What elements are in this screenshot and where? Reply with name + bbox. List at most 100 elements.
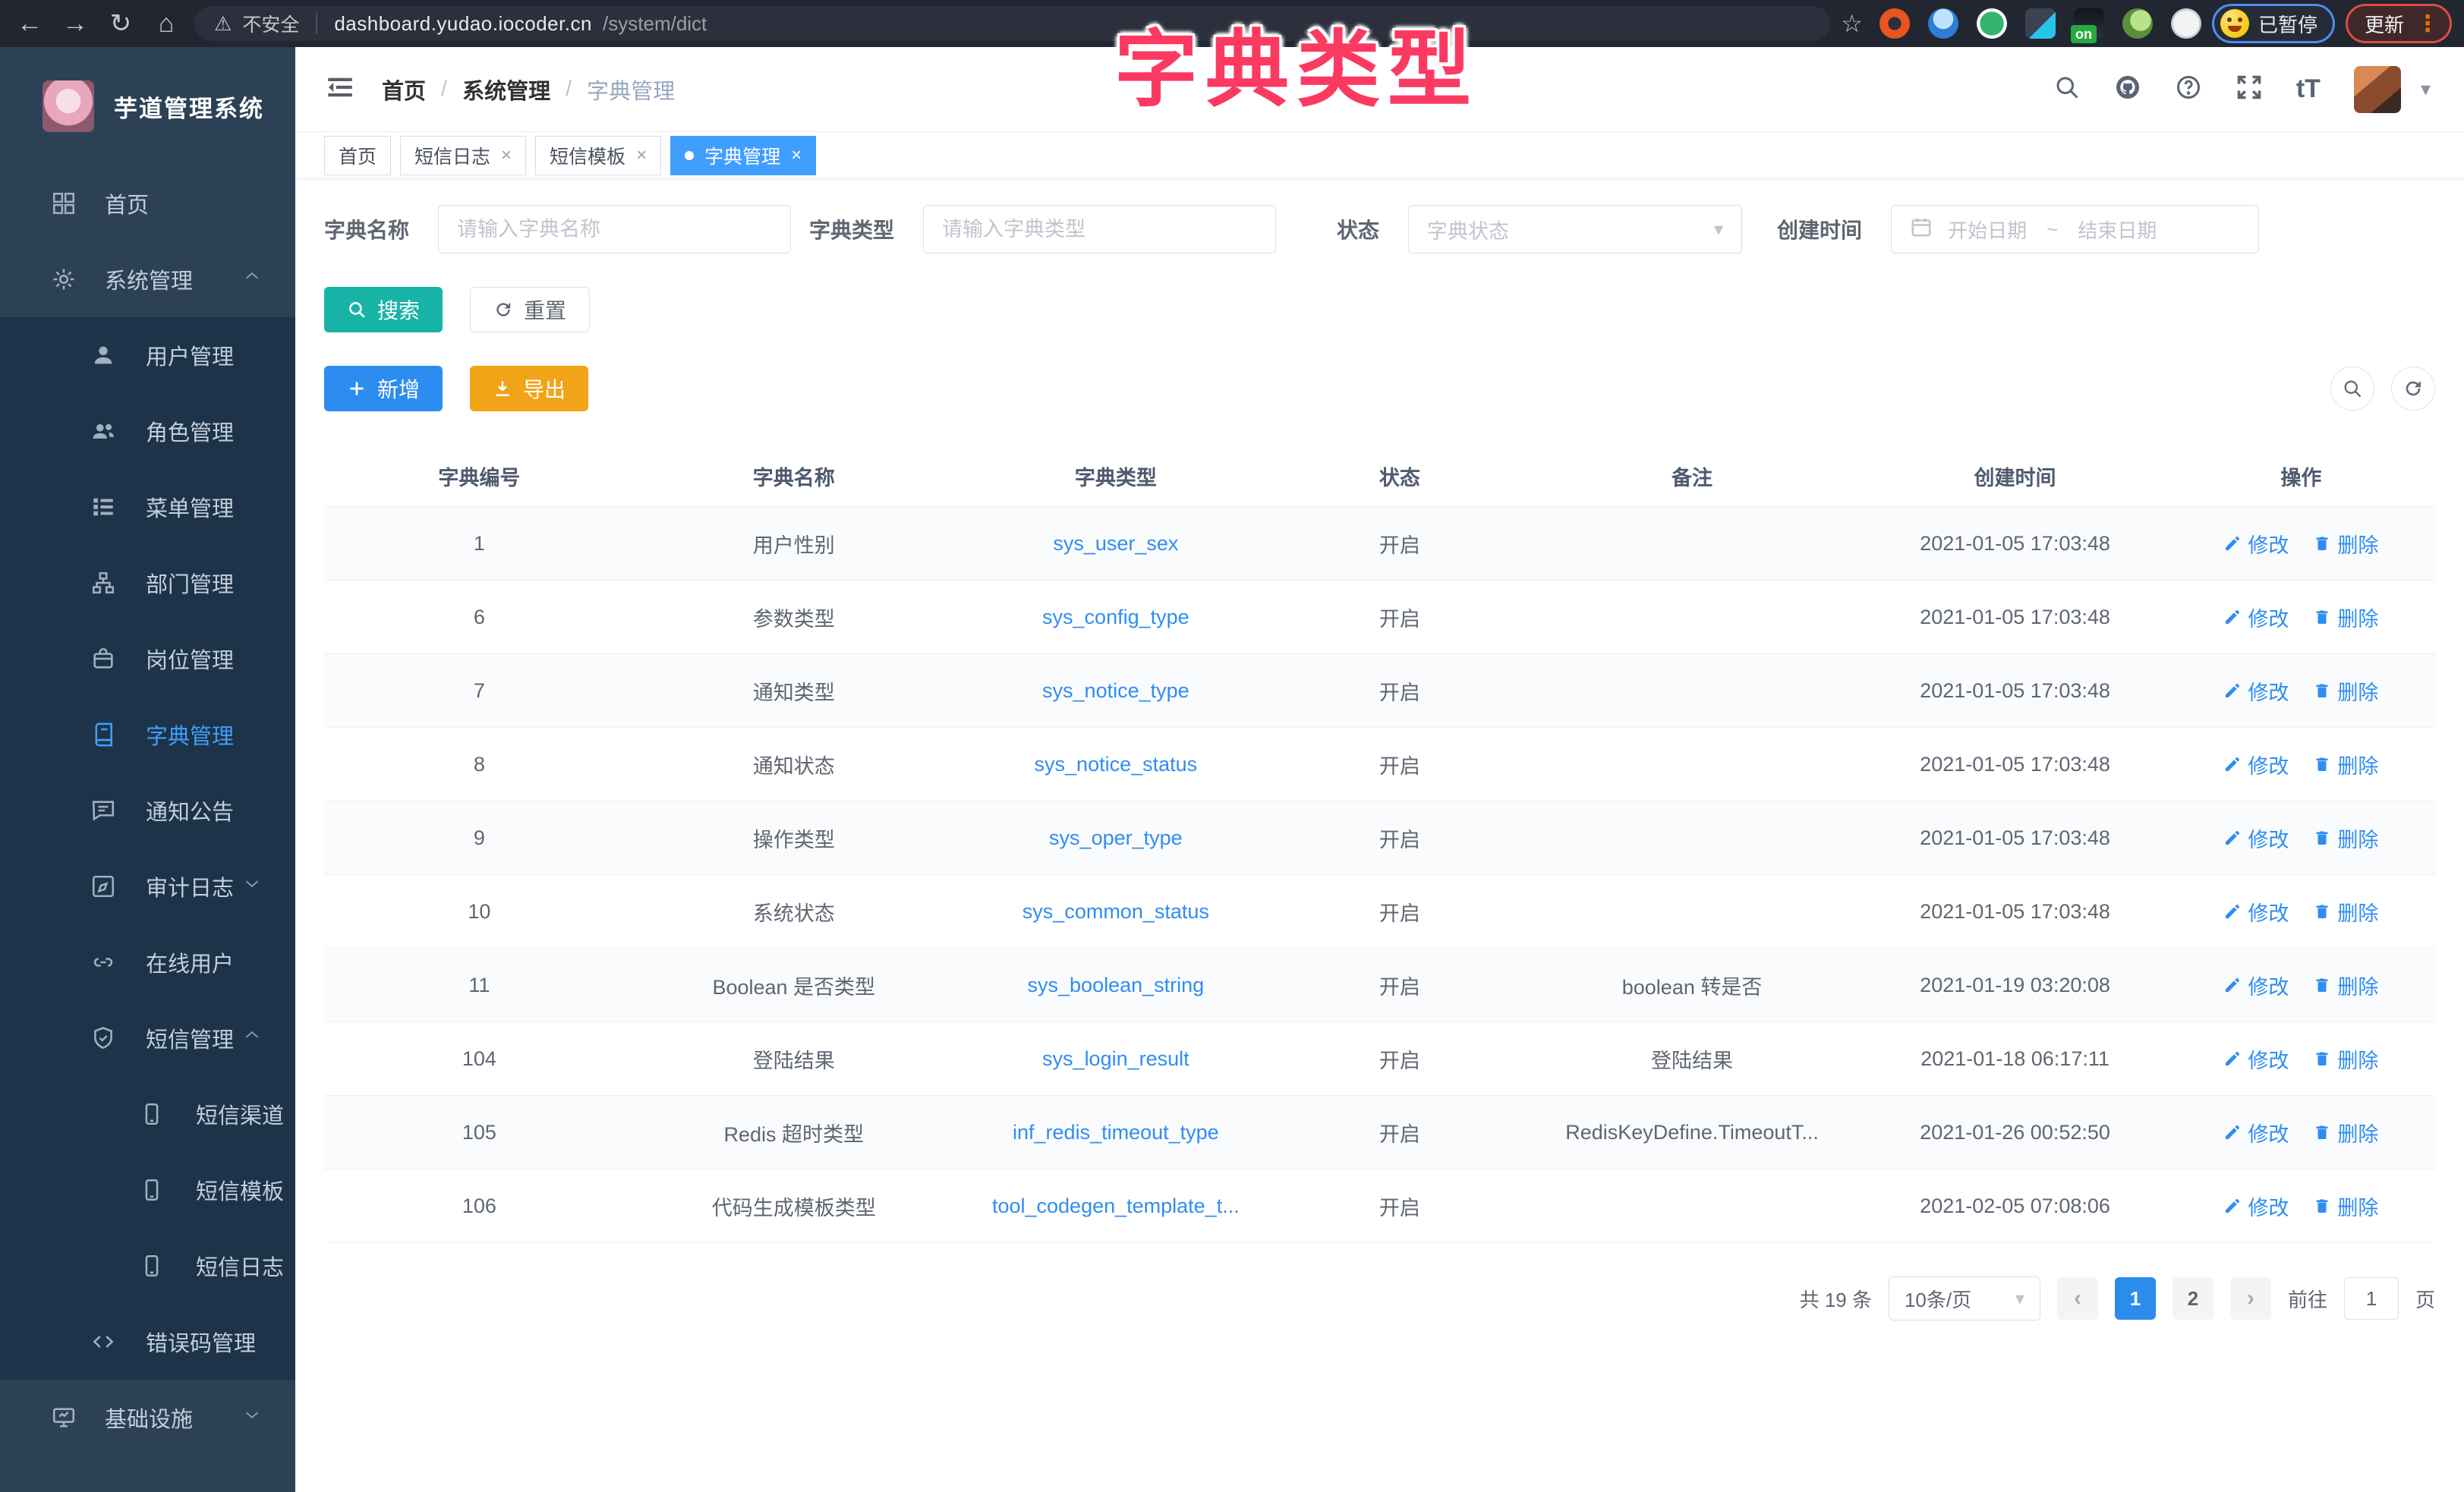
dict-type-link[interactable]: sys_login_result [1042,1047,1189,1070]
user-avatar[interactable] [2354,66,2401,113]
dict-type-link[interactable]: sys_config_type [1042,606,1189,628]
edit-button[interactable]: 修改 [2223,1118,2289,1147]
tab-0[interactable]: 首页 [324,136,391,175]
delete-button[interactable]: 删除 [2313,1118,2378,1147]
close-tab-icon[interactable]: × [501,145,512,166]
cyan-extension-icon[interactable] [2025,8,2056,39]
help-icon[interactable] [2175,74,2202,105]
font-size-icon[interactable]: tT [2296,74,2321,104]
avatar-caret-icon[interactable]: ▾ [2421,77,2431,101]
page-button-2[interactable]: 2 [2173,1277,2214,1320]
sidebar-item-3[interactable]: 角色管理 [0,393,295,469]
sidebar-item-11[interactable]: 短信管理 [0,1000,295,1076]
close-tab-icon[interactable]: × [636,145,647,166]
edit-button[interactable]: 修改 [2223,676,2289,706]
sidebar-item-0[interactable]: 首页 [0,165,295,241]
edit-button[interactable]: 修改 [2223,823,2289,853]
edit-button[interactable]: 修改 [2223,1191,2289,1221]
table-search-toggle-button[interactable] [2330,367,2374,411]
dict-name-input[interactable] [457,218,772,241]
puzzle-extension-icon[interactable] [2171,8,2201,39]
sidebar-item-16[interactable]: 基础设施 [0,1380,295,1456]
sidebar-item-label: 首页 [105,187,149,219]
infra-icon [51,1405,77,1431]
table-refresh-button[interactable] [2391,367,2435,411]
sidebar-item-14[interactable]: 短信日志 [0,1228,295,1304]
dict-type-link[interactable]: sys_boolean_string [1028,974,1205,996]
delete-button[interactable]: 删除 [2313,603,2378,632]
dark-extension-icon[interactable]: on [2074,8,2104,39]
date-range-picker[interactable]: 开始日期 ~ 结束日期 [1891,205,2259,253]
fullscreen-icon[interactable] [2236,74,2263,105]
browser-update-button[interactable]: 更新 ⋮ [2346,4,2452,43]
delete-button[interactable]: 删除 [2313,897,2378,927]
delete-button[interactable]: 删除 [2313,529,2378,559]
reload-icon[interactable]: ↻ [103,6,138,41]
export-button[interactable]: 导出 [470,366,588,411]
cell-remark: boolean 转是否 [1521,971,1864,1000]
browser-menu-icon[interactable]: ⋮ [2416,11,2439,37]
online-user-icon [90,949,116,975]
header-search-icon[interactable] [2053,74,2081,105]
dict-type-input[interactable] [942,218,1257,241]
close-tab-icon[interactable]: × [791,145,802,166]
search-button[interactable]: 搜索 [324,287,443,332]
delete-button[interactable]: 删除 [2313,750,2378,779]
back-icon[interactable]: ← [12,6,47,41]
sidebar-item-15[interactable]: 错误码管理 [0,1304,295,1380]
sidebar-item-1[interactable]: 系统管理 [0,241,295,317]
sidebar-item-8[interactable]: 通知公告 [0,773,295,848]
sidebar-item-5[interactable]: 部门管理 [0,545,295,621]
sidebar-item-2[interactable]: 用户管理 [0,317,295,393]
sidebar-item-6[interactable]: 岗位管理 [0,621,295,697]
sidebar-item-4[interactable]: 菜单管理 [0,469,295,545]
home-icon[interactable]: ⌂ [149,6,184,41]
page-size-select[interactable]: 10条/页 ▾ [1889,1276,2040,1320]
sidebar-item-7[interactable]: 字典管理 [0,697,295,773]
dict-type-link[interactable]: sys_notice_status [1035,753,1198,776]
edit-button[interactable]: 修改 [2223,529,2289,559]
dict-type-link[interactable]: sys_oper_type [1049,826,1183,849]
edit-button[interactable]: 修改 [2223,1044,2289,1074]
dict-type-link[interactable]: sys_common_status [1022,900,1209,923]
delete-button[interactable]: 删除 [2313,1191,2378,1221]
next-page-button[interactable]: › [2230,1277,2271,1320]
tab-1[interactable]: 短信日志× [400,136,526,175]
dict-type-link[interactable]: sys_notice_type [1042,679,1189,702]
sidebar-item-12[interactable]: 短信渠道 [0,1076,295,1152]
prev-page-button[interactable]: ‹ [2057,1277,2098,1320]
sidebar-item-13[interactable]: 短信模板 [0,1152,295,1228]
status-select[interactable]: 字典状态 ▾ [1408,205,1742,253]
forward-icon[interactable]: → [58,6,93,41]
delete-button[interactable]: 删除 [2313,971,2378,1000]
edit-button[interactable]: 修改 [2223,603,2289,632]
edit-button[interactable]: 修改 [2223,750,2289,779]
address-bar[interactable]: ⚠ 不安全 dashboard.yudao.iocoder.cn /system… [194,6,1830,41]
dict-type-link[interactable]: tool_codegen_template_t... [992,1195,1240,1217]
add-button[interactable]: 新增 [324,366,443,411]
bookmark-star-icon[interactable]: ☆ [1841,9,1863,38]
delete-button[interactable]: 删除 [2313,823,2378,853]
page-button-1[interactable]: 1 [2115,1277,2156,1320]
delete-button[interactable]: 删除 [2313,676,2378,706]
goto-page-input[interactable] [2344,1277,2399,1320]
edit-button[interactable]: 修改 [2223,971,2289,1000]
sidebar-item-9[interactable]: 审计日志 [0,848,295,924]
dict-type-link[interactable]: sys_user_sex [1053,532,1178,555]
delete-button[interactable]: 删除 [2313,1044,2378,1074]
sidebar-item-10[interactable]: 在线用户 [0,924,295,1000]
paused-extension-pill[interactable]: 已暂停 [2212,4,2335,43]
green-extension-icon[interactable] [2122,8,2153,39]
tab-3[interactable]: 字典管理× [670,136,816,175]
breadcrumb-item-1[interactable]: 系统管理 [462,74,550,105]
edit-button[interactable]: 修改 [2223,897,2289,927]
tab-2[interactable]: 短信模板× [535,136,661,175]
blue-light-extension-icon[interactable] [1928,8,1958,39]
github-icon[interactable] [2114,74,2141,105]
breadcrumb-item-0[interactable]: 首页 [382,74,426,105]
orange-extension-icon[interactable] [1880,8,1910,39]
dict-type-link[interactable]: inf_redis_timeout_type [1013,1121,1219,1144]
sidebar-toggle-icon[interactable] [324,71,356,107]
vue-devtools-icon[interactable] [1977,8,2007,39]
reset-button[interactable]: 重置 [470,287,590,332]
